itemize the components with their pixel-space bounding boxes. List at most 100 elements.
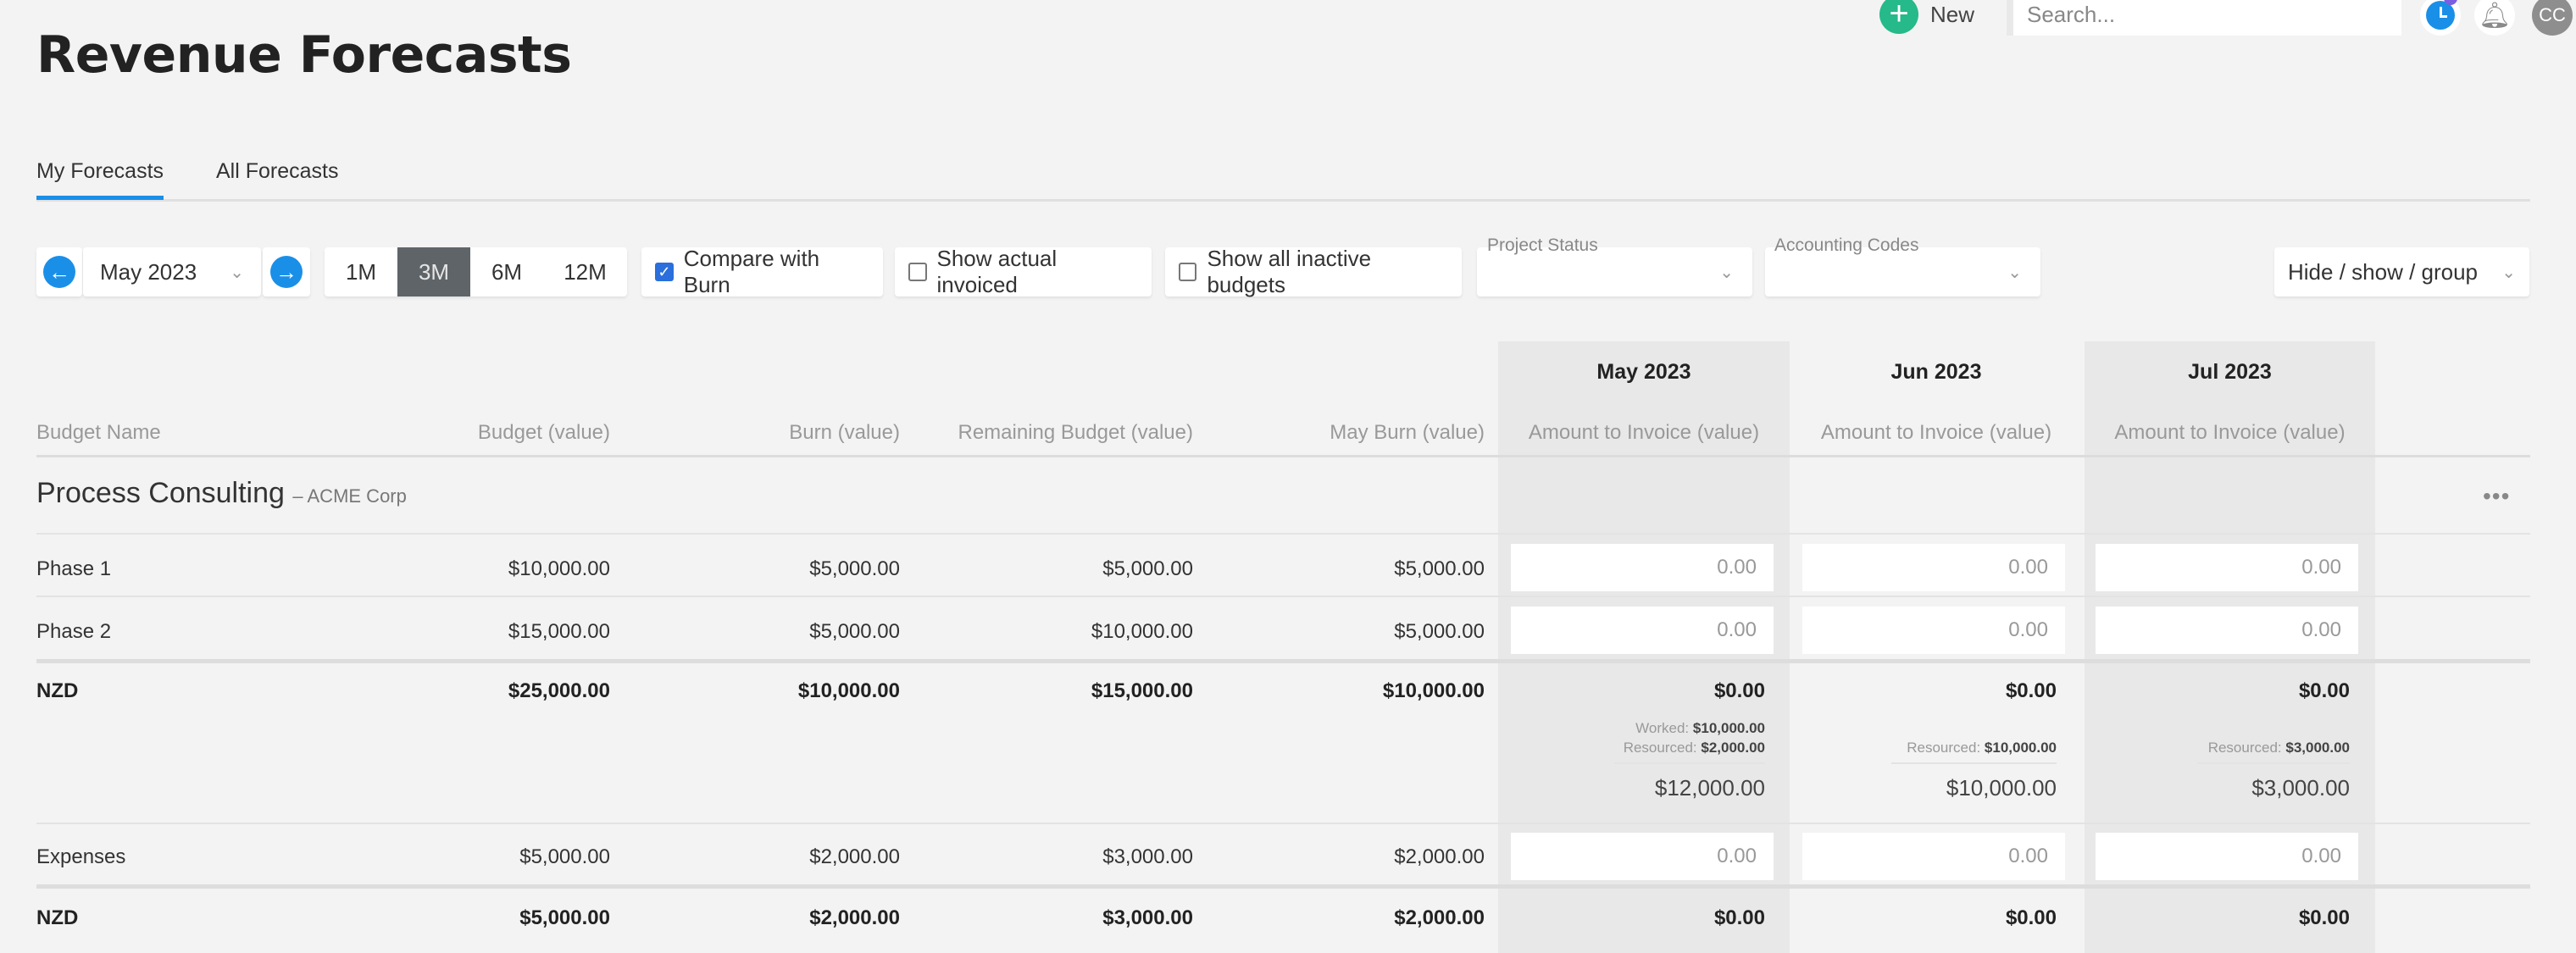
period-3m-button[interactable]: 3M bbox=[397, 247, 470, 296]
invoice-total-may: $0.00 bbox=[1713, 679, 1765, 702]
page-title: Revenue Forecasts bbox=[36, 25, 572, 85]
resourced-line: Resourced: $2,000.00 bbox=[1511, 740, 1765, 756]
remaining-total: $3,000.00 bbox=[1102, 906, 1193, 929]
ellipsis-icon[interactable]: ••• bbox=[2483, 483, 2510, 510]
resourced-label: Resourced: bbox=[1907, 740, 1981, 756]
checkbox-checked-icon[interactable]: ✓ bbox=[655, 263, 674, 281]
timer-button[interactable] bbox=[2420, 0, 2461, 36]
breakdown-divider bbox=[1614, 762, 1765, 764]
column-header-remaining[interactable]: Remaining Budget (value) bbox=[897, 421, 1194, 445]
compare-with-burn-label: Compare with Burn bbox=[683, 246, 820, 297]
hide-show-group-select[interactable]: Hide / show / group ⌄ bbox=[2274, 247, 2529, 296]
forecast-total-jun: $10,000.00 bbox=[1946, 775, 2057, 801]
compare-with-burn-toggle[interactable]: ✓ Compare with Burn bbox=[641, 246, 883, 297]
arrow-left-icon: ← bbox=[43, 256, 75, 288]
invoice-input-jun[interactable] bbox=[1802, 833, 2065, 880]
column-header-invoice-jun[interactable]: Amount to Invoice (value) bbox=[1790, 421, 2082, 445]
show-inactive-budgets-label: Show all inactive budgets bbox=[1207, 246, 1372, 297]
resourced-label: Resourced: bbox=[2207, 740, 2282, 756]
month-header-jul: Jul 2023 bbox=[2188, 360, 2272, 384]
tab-my-forecasts[interactable]: My Forecasts bbox=[36, 159, 164, 200]
bell-icon: 🔔︎ bbox=[2478, 1, 2512, 30]
column-header-month-burn[interactable]: May Burn (value) bbox=[1230, 421, 1485, 445]
forecast-total-may: $12,000.00 bbox=[1654, 775, 1765, 801]
row-divider bbox=[36, 533, 2530, 535]
burn-value: $5,000.00 bbox=[809, 557, 900, 580]
notifications-button[interactable]: 🔔︎ bbox=[2474, 0, 2515, 36]
clock-icon bbox=[2426, 1, 2455, 30]
column-header-budget[interactable]: Budget (value) bbox=[356, 421, 610, 445]
resourced-value: $10,000.00 bbox=[1984, 740, 2057, 756]
burn-value: $5,000.00 bbox=[809, 620, 900, 643]
invoice-input-jul[interactable] bbox=[2096, 833, 2358, 880]
burn-total: $10,000.00 bbox=[797, 679, 900, 702]
row-name[interactable]: Phase 2 bbox=[36, 620, 111, 644]
subtotal-row: NZD $25,000.00 $10,000.00 $15,000.00 $10… bbox=[0, 669, 2576, 822]
budget-value: $10,000.00 bbox=[508, 557, 610, 580]
row-name[interactable]: Phase 1 bbox=[36, 557, 111, 581]
invoice-input-may[interactable] bbox=[1511, 607, 1774, 654]
period-12m-button[interactable]: 12M bbox=[543, 247, 627, 296]
invoice-total-jul: $0.00 bbox=[2298, 679, 2350, 702]
invoice-input-may[interactable] bbox=[1511, 544, 1774, 591]
search-input[interactable] bbox=[2013, 0, 2401, 36]
group-title: Process Consulting – ACME Corp bbox=[36, 477, 407, 510]
period-1m-button[interactable]: 1M bbox=[325, 247, 397, 296]
row-divider bbox=[36, 823, 2530, 824]
group-client: – ACME Corp bbox=[292, 485, 407, 507]
burn-value: $2,000.00 bbox=[809, 845, 900, 868]
breakdown-divider bbox=[2197, 762, 2350, 764]
remaining-value: $10,000.00 bbox=[1091, 620, 1193, 643]
breakdown-divider bbox=[1891, 762, 2057, 764]
row-divider bbox=[36, 596, 2530, 597]
column-header-invoice-may[interactable]: Amount to Invoice (value) bbox=[1498, 421, 1790, 445]
avatar[interactable]: CC bbox=[2532, 0, 2573, 36]
column-header-invoice-jul[interactable]: Amount to Invoice (value) bbox=[2085, 421, 2375, 445]
previous-month-button[interactable]: ← bbox=[36, 247, 82, 296]
month-burn-value: $5,000.00 bbox=[1394, 620, 1485, 643]
checkbox-icon[interactable] bbox=[1179, 263, 1197, 281]
invoice-total-jul: $0.00 bbox=[2298, 906, 2350, 929]
accounting-codes-label: Accounting Codes bbox=[1774, 235, 1919, 255]
table-row: Phase 1 $10,000.00 $5,000.00 $5,000.00 $… bbox=[0, 542, 2576, 596]
currency-label: NZD bbox=[36, 906, 79, 929]
burn-total: $2,000.00 bbox=[809, 906, 900, 929]
period-6m-button[interactable]: 6M bbox=[470, 247, 543, 296]
budget-total: $5,000.00 bbox=[519, 906, 610, 929]
chevron-down-icon: ⌄ bbox=[2007, 263, 2022, 282]
month-select-value: May 2023 bbox=[100, 258, 197, 285]
invoice-input-jul[interactable] bbox=[2096, 544, 2358, 591]
hide-show-group-label: Hide / show / group bbox=[2288, 258, 2479, 285]
invoice-input-jun[interactable] bbox=[1802, 607, 2065, 654]
month-burn-value: $5,000.00 bbox=[1394, 557, 1485, 580]
column-header-burn[interactable]: Burn (value) bbox=[646, 421, 900, 445]
invoice-total-jun: $0.00 bbox=[2005, 679, 2057, 702]
remaining-value: $5,000.00 bbox=[1102, 557, 1193, 580]
header-divider bbox=[36, 455, 2530, 457]
invoice-total-jun: $0.00 bbox=[2005, 906, 2057, 929]
project-status-label: Project Status bbox=[1487, 235, 1598, 255]
subtotal-divider bbox=[36, 884, 2530, 889]
chevron-down-icon: ⌄ bbox=[230, 263, 244, 282]
budget-value: $15,000.00 bbox=[508, 620, 610, 643]
forecast-total-jul: $3,000.00 bbox=[2251, 775, 2350, 801]
month-burn-value: $2,000.00 bbox=[1394, 845, 1485, 868]
new-button[interactable]: + New bbox=[1879, 0, 1974, 34]
table-row: Expenses $5,000.00 $2,000.00 $3,000.00 $… bbox=[0, 830, 2576, 884]
arrow-right-icon: → bbox=[270, 256, 303, 288]
group-name: Process Consulting bbox=[36, 477, 285, 509]
month-select[interactable]: May 2023 ⌄ bbox=[83, 247, 261, 296]
column-header-budget-name[interactable]: Budget Name bbox=[36, 421, 161, 445]
checkbox-icon[interactable] bbox=[908, 263, 927, 281]
invoice-input-may[interactable] bbox=[1511, 833, 1774, 880]
show-actual-invoiced-toggle[interactable]: Show actual invoiced bbox=[895, 246, 1152, 297]
tab-all-forecasts[interactable]: All Forecasts bbox=[216, 159, 338, 196]
chevron-down-icon: ⌄ bbox=[2501, 263, 2516, 282]
next-month-button[interactable]: → bbox=[263, 247, 310, 296]
show-inactive-budgets-toggle[interactable]: Show all inactive budgets bbox=[1165, 246, 1462, 297]
table-row: Phase 2 $15,000.00 $5,000.00 $10,000.00 … bbox=[0, 605, 2576, 659]
worked-line: Worked: $10,000.00 bbox=[1511, 720, 1765, 737]
invoice-input-jul[interactable] bbox=[2096, 607, 2358, 654]
invoice-input-jun[interactable] bbox=[1802, 544, 2065, 591]
row-name[interactable]: Expenses bbox=[36, 845, 125, 869]
